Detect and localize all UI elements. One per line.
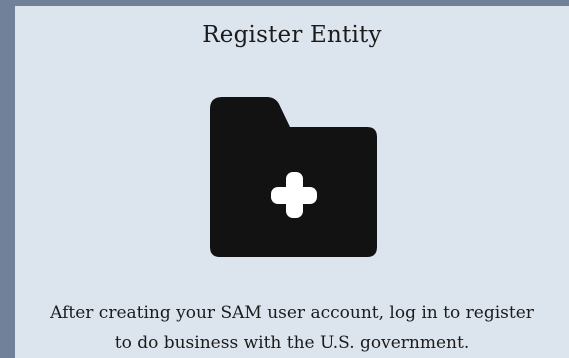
description-line-2: to do business with the U.S. government. <box>114 333 470 353</box>
register-entity-card[interactable]: Register Entity After creating your SAM … <box>15 6 569 358</box>
description-line-1: After creating your SAM user account, lo… <box>50 303 534 323</box>
card-title: Register Entity <box>202 22 382 48</box>
folder-plus-icon <box>210 97 377 257</box>
card-description: After creating your SAM user account, lo… <box>15 298 569 358</box>
